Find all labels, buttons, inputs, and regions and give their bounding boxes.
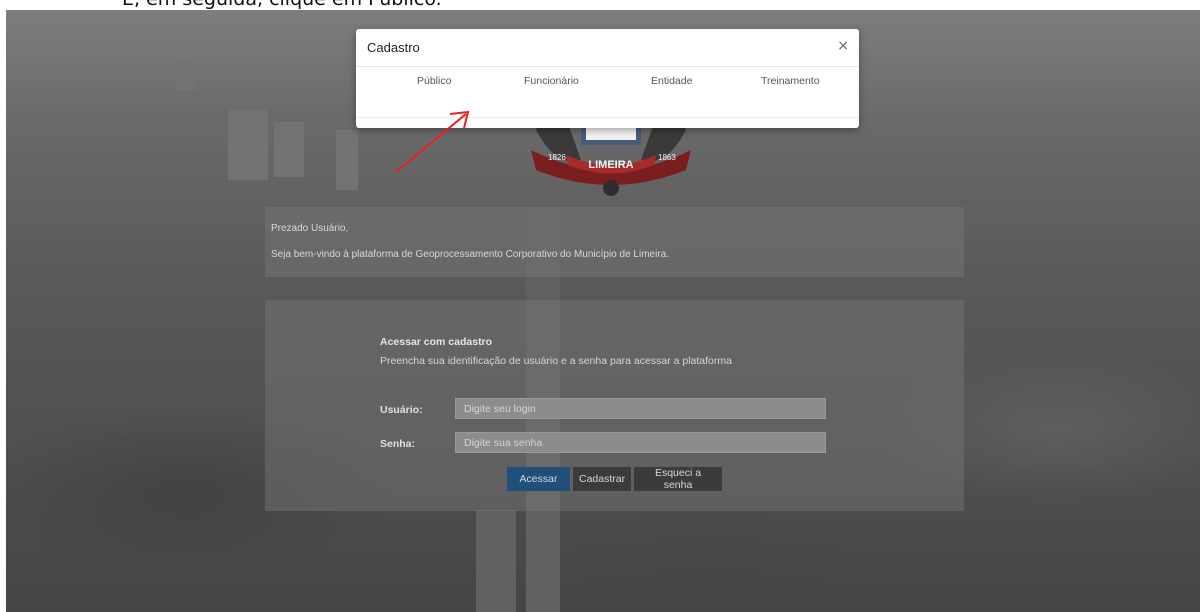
welcome-greeting: Prezado Usuário, <box>271 223 349 234</box>
pointer-arrow-icon <box>395 110 470 173</box>
crest-year-left: 1826 <box>548 153 566 162</box>
access-button[interactable]: Acessar <box>507 467 570 491</box>
login-subtitle: Preencha sua identificação de usuário e … <box>380 355 732 367</box>
crest-year-right: 1863 <box>658 153 676 162</box>
login-panel: Acessar com cadastro Preencha sua identi… <box>265 300 964 511</box>
tab-treinamento[interactable]: Treinamento <box>761 75 820 87</box>
tab-publico[interactable]: Público <box>417 75 451 87</box>
password-label: Senha: <box>380 438 416 450</box>
username-input[interactable] <box>455 398 826 419</box>
password-input[interactable] <box>455 432 826 453</box>
modal-header-divider <box>356 66 859 67</box>
crest-ribbon-text: LIMEIRA <box>588 159 633 171</box>
modal-title: Cadastro <box>367 40 420 55</box>
welcome-message: Seja bem-vindo à plataforma de Geoproces… <box>271 249 669 260</box>
username-label: Usuário: <box>380 404 423 416</box>
instruction-caption: E, em seguida, clique em Público. <box>122 0 442 10</box>
register-button[interactable]: Cadastrar <box>573 467 631 491</box>
login-title: Acessar com cadastro <box>380 336 493 348</box>
close-icon[interactable]: × <box>837 38 849 54</box>
welcome-panel: Prezado Usuário, Seja bem-vindo à plataf… <box>265 207 964 277</box>
forgot-password-button[interactable]: Esqueci a senha <box>634 467 722 491</box>
tab-entidade[interactable]: Entidade <box>651 75 692 87</box>
tab-funcionario[interactable]: Funcionário <box>524 75 579 87</box>
